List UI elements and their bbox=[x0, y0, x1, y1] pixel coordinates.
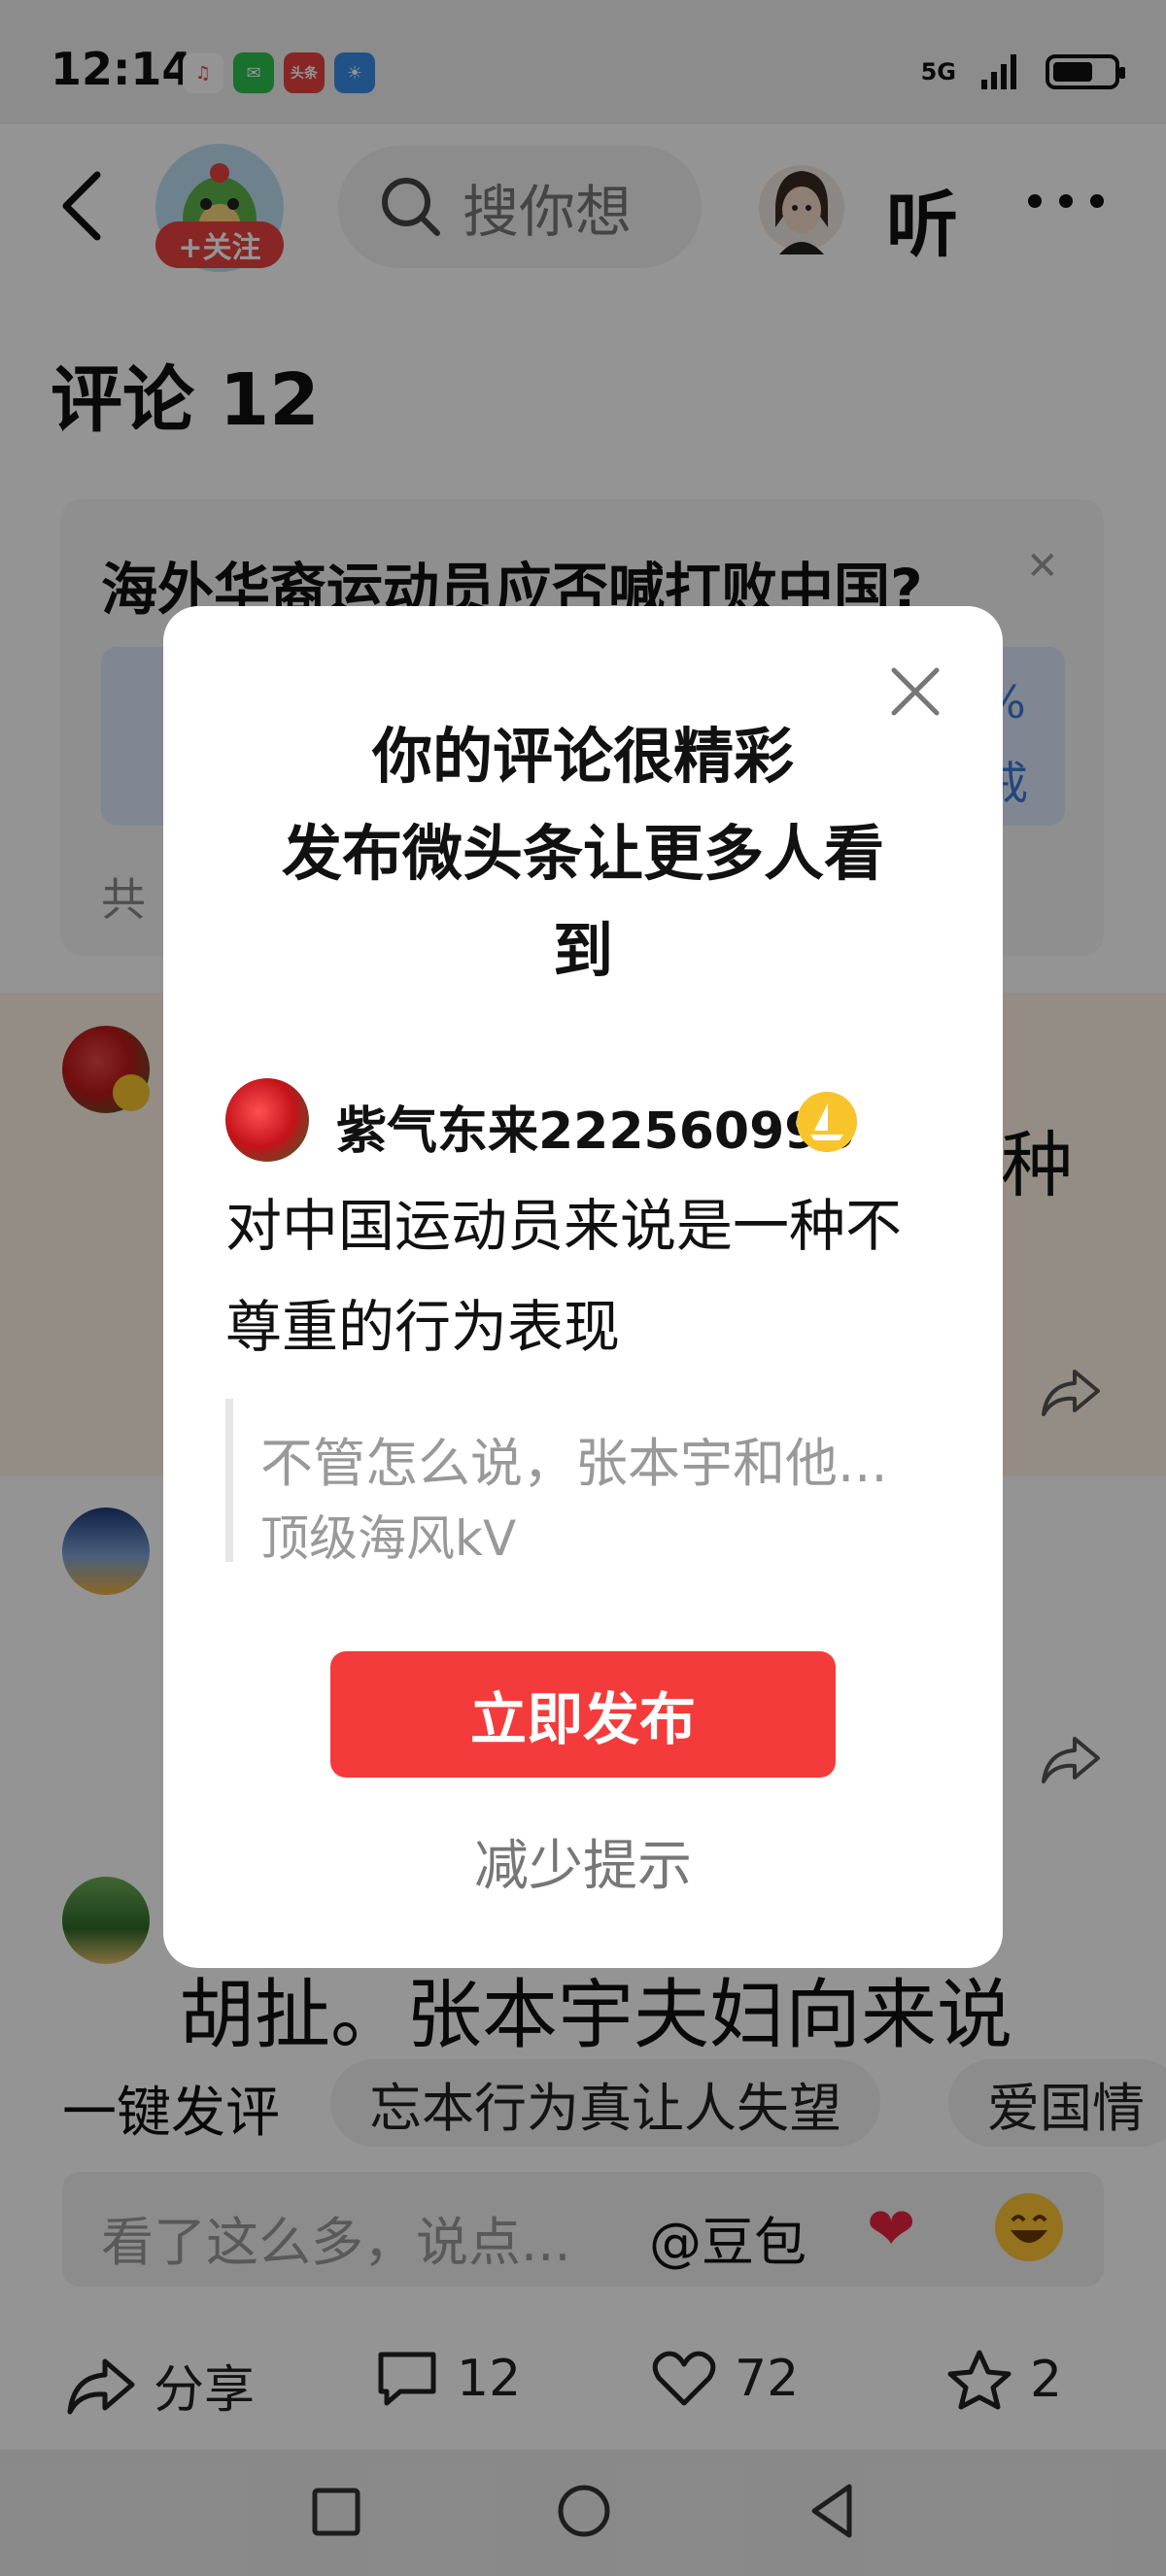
quote-bar bbox=[225, 1399, 233, 1562]
quoted-text: 不管怎么说，张本宇和他... bbox=[260, 1433, 888, 1494]
reduce-prompts-link[interactable]: 减少提示 bbox=[330, 1822, 836, 1901]
sail-badge-icon bbox=[797, 1092, 857, 1152]
dialog-title-line3: 到 bbox=[552, 915, 613, 986]
dialog-comment-line1: 对中国运动员来说是一种不 bbox=[225, 1193, 903, 1259]
dialog-title-line2: 发布微头条让更多人看 bbox=[281, 818, 884, 889]
nav-backdrop bbox=[0, 2450, 1166, 2576]
commenter-avatar bbox=[225, 1078, 309, 1162]
commenter-username: 紫气东来222560996 bbox=[336, 1102, 855, 1161]
dialog-title-line1: 你的评论很精彩 bbox=[371, 721, 794, 792]
publish-now-button[interactable]: 立即发布 bbox=[330, 1651, 836, 1778]
quoted-author: 顶级海风kV bbox=[260, 1510, 517, 1567]
dialog-comment-line2: 尊重的行为表现 bbox=[225, 1294, 621, 1360]
